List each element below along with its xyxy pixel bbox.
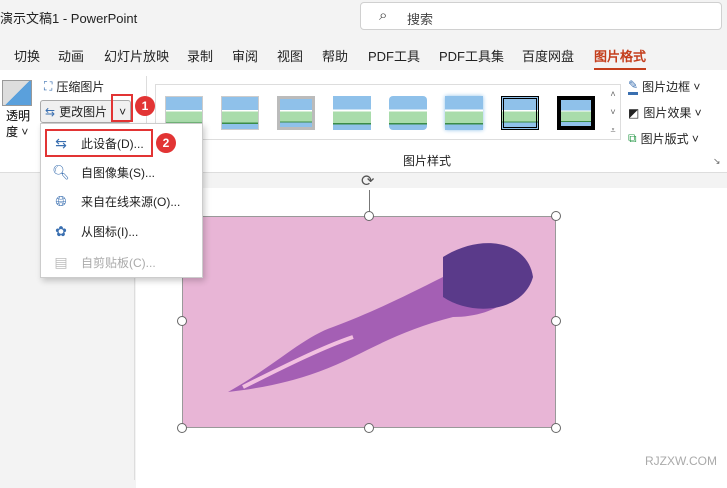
tab-review[interactable]: 审阅 — [232, 40, 258, 71]
picture-style-4[interactable] — [333, 96, 371, 130]
picture-style-2[interactable] — [221, 96, 259, 130]
resize-handle[interactable] — [551, 423, 561, 433]
resize-handle[interactable] — [364, 423, 374, 433]
menu-item-stock-images[interactable]: 🔍︎ 自图像集(S)... — [41, 159, 202, 185]
more-icon[interactable]: ⩡ — [606, 121, 620, 139]
picture-border-label: 图片边框 ˅ — [642, 80, 701, 94]
tab-animations[interactable]: 动画 — [58, 40, 84, 71]
search-placeholder: 搜索 — [407, 12, 434, 27]
menu-item-label: 来自在线来源(O)... — [81, 194, 181, 209]
picture-layout-label: 图片版式 ˅ — [640, 132, 699, 146]
step-badge-1: 1 — [135, 96, 155, 116]
resize-handle[interactable] — [551, 316, 561, 326]
resize-handle[interactable] — [177, 423, 187, 433]
resize-handle[interactable] — [551, 211, 561, 221]
picture-styles-group-label: 图片样式 — [403, 154, 452, 168]
tab-picture-format[interactable]: 图片格式 — [594, 40, 647, 71]
tab-pdf-toolset[interactable]: PDF工具集 — [439, 40, 504, 71]
picture-style-8[interactable] — [557, 96, 595, 130]
tab-slideshow[interactable]: 幻灯片放映 — [104, 40, 169, 71]
menu-item-from-icons[interactable]: ✿ 从图标(I)... — [41, 218, 202, 244]
image-search-icon: 🔍︎ — [52, 163, 70, 180]
highlight-box-dropdown — [111, 94, 133, 122]
tab-baidu-disk[interactable]: 百度网盘 — [522, 40, 574, 71]
icons-icon: ✿ — [55, 222, 67, 239]
tab-pdf-tools[interactable]: PDF工具 — [368, 40, 420, 71]
menu-item-online-sources[interactable]: 🌐︎ 来自在线来源(O)... — [41, 188, 202, 214]
pen-icon: ✎ — [628, 78, 639, 95]
coral-image — [228, 243, 533, 392]
picture-effects-button[interactable]: ◩ 图片效果 ˅ — [628, 104, 702, 121]
watermark: RJZXW.COM — [645, 454, 717, 468]
transparency-label-full: 透明度 — [6, 109, 31, 139]
tab-transitions[interactable]: 切换 — [14, 40, 40, 71]
resize-handle[interactable] — [364, 211, 374, 221]
search-input[interactable]: ⌕ 搜索 — [360, 2, 722, 30]
picture-style-7[interactable] — [501, 96, 539, 130]
picture-style-6[interactable] — [445, 96, 483, 130]
scroll-down-icon[interactable]: ˅ — [606, 103, 620, 121]
rotate-handle-icon[interactable]: ⟳ — [361, 171, 374, 191]
compress-pictures-button[interactable]: ⛶ 压缩图片 — [44, 78, 104, 95]
tab-help[interactable]: 帮助 — [322, 40, 348, 71]
online-image-icon: 🌐︎ — [55, 192, 67, 209]
change-picture-label: 更改图片 — [59, 105, 108, 119]
scroll-up-icon[interactable]: ˄ — [606, 85, 620, 103]
menu-item-label: 从图标(I)... — [81, 224, 139, 239]
picture-effects-label: 图片效果 ˅ — [643, 106, 702, 120]
change-picture-icon: ⇆ — [45, 104, 56, 119]
compress-label: 压缩图片 — [56, 80, 105, 94]
transparency-button[interactable]: 透明 度 ˅ 透明度 — [2, 80, 32, 140]
tab-view[interactable]: 视图 — [277, 40, 303, 71]
menu-item-label: 自剪贴板(C)... — [81, 255, 156, 270]
window-title: 演示文稿1 - PowerPoint — [0, 11, 138, 26]
selected-picture[interactable] — [182, 216, 556, 428]
tab-record[interactable]: 录制 — [187, 40, 213, 71]
menu-item-label: 自图像集(S)... — [81, 165, 155, 180]
picture-style-5[interactable] — [389, 96, 427, 130]
layout-icon: ⧉ — [628, 131, 637, 145]
resize-handle[interactable] — [177, 316, 187, 326]
transparency-label-wrap: 透明 度 ˅ 透明度 — [6, 108, 30, 140]
clipboard-icon: ▤ — [54, 253, 68, 270]
highlight-box-this-device — [45, 129, 153, 157]
picture-layout-button[interactable]: ⧉ 图片版式 ˅ — [628, 130, 699, 147]
menu-item-clipboard: ▤ 自剪贴板(C)... — [41, 249, 202, 275]
step-badge-2: 2 — [156, 133, 176, 153]
compress-icon: ⛶ — [44, 79, 53, 93]
picture-border-button[interactable]: ✎ 图片边框 ˅ — [628, 78, 700, 95]
transparency-icon — [2, 80, 32, 106]
eraser-icon: ◩ — [628, 105, 640, 120]
dialog-launcher-icon[interactable]: ↘ — [713, 156, 721, 167]
picture-style-3[interactable] — [277, 96, 315, 130]
gallery-scroll[interactable]: ˄ ˅ ⩡ — [606, 85, 620, 140]
search-icon: ⌕ — [379, 7, 388, 24]
title-bar: 演示文稿1 - PowerPoint ⌕ 搜索 — [0, 0, 727, 34]
